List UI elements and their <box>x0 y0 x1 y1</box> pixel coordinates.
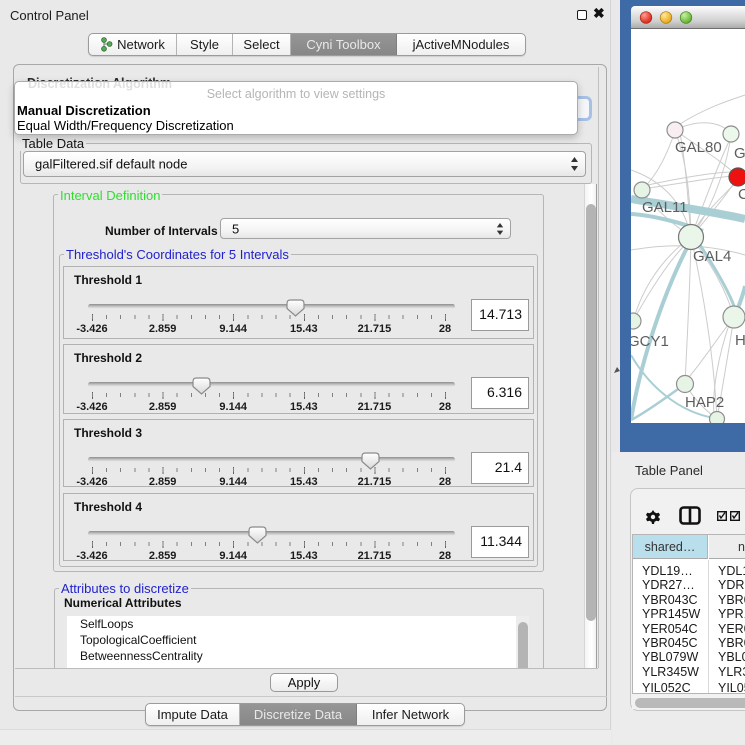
svg-text:CY: CY <box>738 186 745 203</box>
svg-text:GCY1: GCY1 <box>631 333 669 350</box>
svg-text:GAL11: GAL11 <box>642 199 688 216</box>
svg-text:GA: GA <box>734 145 745 162</box>
svg-text:GAL80: GAL80 <box>675 139 722 156</box>
svg-text:H: H <box>735 332 745 349</box>
svg-text:GAL4: GAL4 <box>693 248 731 265</box>
svg-text:HAP2: HAP2 <box>685 394 724 411</box>
